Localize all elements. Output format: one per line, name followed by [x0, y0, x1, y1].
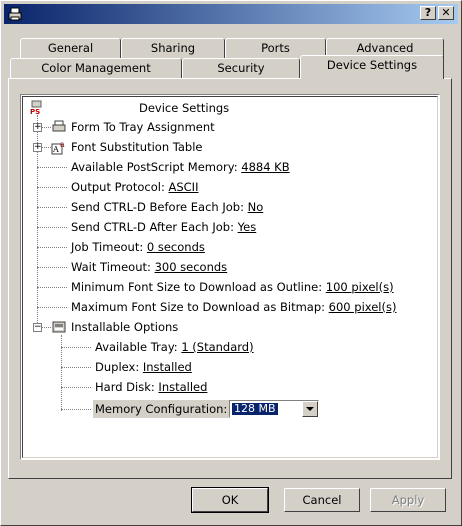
tree-item-postscript-memory[interactable]: Available PostScript Memory: 4884 KB [71, 159, 290, 175]
expand-icon[interactable]: + [33, 143, 42, 152]
duplex-value[interactable]: Installed [143, 360, 192, 374]
tree-item-font-substitution[interactable]: Font Substitution Table [71, 139, 203, 155]
ctrl-d-before-value[interactable]: No [248, 200, 264, 214]
expand-icon[interactable]: + [33, 123, 42, 132]
svg-text:PS: PS [30, 108, 40, 115]
tree-item-form-to-tray[interactable]: Form To Tray Assignment [71, 119, 215, 135]
memory-configuration-select[interactable]: 128 MB [229, 400, 319, 418]
available-tray-value[interactable]: 1 (Standard) [181, 340, 253, 354]
postscript-memory-value[interactable]: 4884 KB [241, 160, 289, 174]
tree-item-duplex[interactable]: Duplex: Installed [95, 359, 192, 375]
tree-item-min-font-outline[interactable]: Minimum Font Size to Download as Outline… [71, 279, 394, 295]
tab-device-settings[interactable]: Device Settings [300, 55, 444, 79]
memory-configuration-label: Memory Configuration: [93, 400, 230, 418]
tree-item-wait-timeout[interactable]: Wait Timeout: 300 seconds [71, 259, 227, 275]
job-timeout-value[interactable]: 0 seconds [147, 240, 205, 254]
tab-color-management[interactable]: Color Management [10, 58, 182, 78]
tray-icon [52, 120, 66, 132]
svg-text:A: A [52, 145, 59, 154]
ctrl-d-after-value[interactable]: Yes [238, 220, 257, 234]
device-settings-tree[interactable]: PS Device Settings + Form To Tray Assign… [20, 94, 440, 460]
hard-disk-value[interactable]: Installed [158, 380, 207, 394]
tab-sharing[interactable]: Sharing [121, 38, 225, 58]
tree-item-job-timeout[interactable]: Job Timeout: 0 seconds [71, 239, 205, 255]
tab-general[interactable]: General [20, 38, 121, 58]
help-button[interactable]: ? [420, 6, 436, 20]
close-button[interactable]: ✕ [438, 6, 454, 20]
min-font-outline-value[interactable]: 100 pixel(s) [326, 280, 394, 294]
tree-item-ctrl-d-after[interactable]: Send CTRL-D After Each Job: Yes [71, 219, 256, 235]
tab-security[interactable]: Security [182, 58, 300, 78]
collapse-icon[interactable]: − [33, 323, 42, 332]
tree-item-max-font-bitmap[interactable]: Maximum Font Size to Download as Bitmap:… [71, 299, 396, 315]
cancel-button[interactable]: Cancel [284, 488, 360, 512]
tree-item-installable-options[interactable]: Installable Options [71, 319, 178, 335]
wait-timeout-value[interactable]: 300 seconds [155, 260, 228, 274]
svg-text:a: a [60, 140, 65, 149]
tree-item-memory-configuration[interactable]: Memory Configuration: 128 MB [93, 400, 323, 418]
title-bar: ? ✕ [4, 4, 458, 24]
tree-root-label: Device Settings [139, 101, 230, 115]
tree-item-available-tray[interactable]: Available Tray: 1 (Standard) [95, 339, 254, 355]
dropdown-arrow-icon[interactable] [302, 401, 318, 417]
memory-configuration-value: 128 MB [232, 402, 278, 415]
ok-button[interactable]: OK [191, 487, 269, 513]
font-icon: A a [51, 140, 65, 155]
printer-ps-icon: PS [30, 100, 42, 115]
max-font-bitmap-value[interactable]: 600 pixel(s) [329, 300, 397, 314]
output-protocol-value[interactable]: ASCII [168, 180, 198, 194]
tree-item-output-protocol[interactable]: Output Protocol: ASCII [71, 179, 198, 195]
tree-item-ctrl-d-before[interactable]: Send CTRL-D Before Each Job: No [71, 199, 263, 215]
options-icon [52, 321, 66, 333]
tree-item-hard-disk[interactable]: Hard Disk: Installed [95, 379, 207, 395]
printer-icon [8, 7, 22, 21]
apply-button[interactable]: Apply [370, 488, 446, 512]
